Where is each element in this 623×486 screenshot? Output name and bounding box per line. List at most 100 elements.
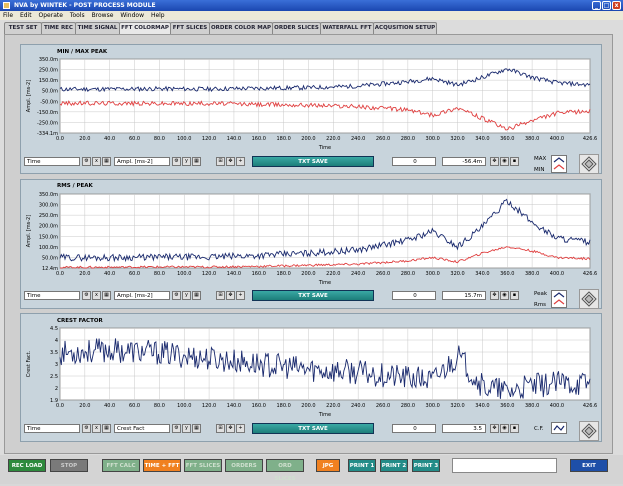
chart2-cursor-y-field[interactable]: 15.7m (442, 291, 486, 300)
chart2-cursor-color-icon[interactable]: ▪ (510, 291, 519, 300)
tab-time-signal[interactable]: TIME SIGNAL (75, 22, 120, 34)
orders-button[interactable]: ORDERS (225, 459, 263, 472)
chart-min-max-peak[interactable]: 0.0 20.0 40.0 60.0 80.0 100.0 120.0 140.0 160.0 1… (24, 55, 604, 153)
chart3-x-lock-icon[interactable]: ▦ (102, 424, 111, 433)
chart2-zoom-icon[interactable]: ⊞ (216, 291, 225, 300)
print2-button[interactable]: PRINT 2 (380, 459, 408, 472)
print1-button[interactable]: PRINT 1 (348, 459, 376, 472)
chart3-y-lock-icon[interactable]: ▦ (192, 424, 201, 433)
chart3-x-format-icon[interactable]: ⚙ (82, 424, 91, 433)
chart2-x-lock-icon[interactable]: ▦ (102, 291, 111, 300)
x-tick-label: 426.6 (583, 403, 597, 409)
chart1-cursor-move-icon[interactable]: ✥ (490, 157, 499, 166)
chart1-x-name-field[interactable]: Time (24, 157, 80, 166)
y-tick-label: 300.0m (39, 203, 58, 209)
chart2-y-scale-icon[interactable]: y (182, 291, 191, 300)
menu-help[interactable]: Help (151, 11, 165, 20)
chart1-y-name-field[interactable]: Ampl. [ms-2] (114, 157, 170, 166)
chart1-x-format-icon[interactable]: ⚙ (82, 157, 91, 166)
chart3-cursor-color-icon[interactable]: ▪ (510, 424, 519, 433)
stop-button[interactable]: STOP (50, 459, 88, 472)
chart3-txt-save-button[interactable]: TXT SAVE (252, 423, 374, 434)
tab-time-rec[interactable]: TIME REC (41, 22, 76, 34)
tab-fft-slices[interactable]: FFT SLICES (170, 22, 210, 34)
tab-acquisition-setup[interactable]: ACQUSITION SETUP (373, 22, 437, 34)
tab-order-slices[interactable]: ORDER SLICES (272, 22, 321, 34)
print3-button[interactable]: PRINT 3 (412, 459, 440, 472)
chart3-y-name-field[interactable]: Crest Fact (114, 424, 170, 433)
chart1-legend-min: MIN (534, 167, 545, 173)
chart3-cursor-center-icon[interactable]: ◉ (500, 424, 509, 433)
chart2-cursor-move-icon[interactable]: ✥ (490, 291, 499, 300)
chart2-txt-save-button[interactable]: TXT SAVE (252, 290, 374, 301)
tab-order-color-map[interactable]: ORDER COLOR MAP (209, 22, 273, 34)
exit-button[interactable]: EXIT (570, 459, 608, 472)
chart2-cursor-icon[interactable]: + (236, 291, 245, 300)
chart2-pan-icon[interactable]: ✥ (226, 291, 235, 300)
chart2-x-format-icon[interactable]: ⚙ (82, 291, 91, 300)
chart3-cursor-x-field[interactable]: 0 (392, 424, 436, 433)
x-tick-label: 200.0 (301, 136, 315, 142)
jpg-button[interactable]: JPG (316, 459, 340, 472)
chart1-cursor-center-icon[interactable]: ◉ (500, 157, 509, 166)
chart3-cursor-move-icon[interactable]: ✥ (490, 424, 499, 433)
chart2-x-scale-icon[interactable]: x (92, 291, 101, 300)
chart3-cursor-icon[interactable]: + (236, 424, 245, 433)
chart1-x-lock-icon[interactable]: ▦ (102, 157, 111, 166)
chart2-y-name-field[interactable]: Ampl. [ms-2] (114, 291, 170, 300)
chart1-y-lock-icon[interactable]: ▦ (192, 157, 201, 166)
chart3-zoom-icon[interactable]: ⊞ (216, 424, 225, 433)
chart3-legend-swatch-icon[interactable] (551, 422, 567, 434)
chart1-y-format-icon[interactable]: ⚙ (172, 157, 181, 166)
close-button[interactable]: x (612, 1, 621, 10)
chart1-legend-swatch-icon[interactable] (551, 155, 567, 173)
chart1-zoom-icon[interactable]: ⊞ (216, 157, 225, 166)
chart3-y-scale-icon[interactable]: y (182, 424, 191, 433)
tab-test-set[interactable]: TEST SET (4, 22, 42, 34)
menu-file[interactable]: File (3, 11, 13, 20)
chart2-navigator-icon[interactable] (579, 289, 599, 309)
menu-operate[interactable]: Operate (39, 11, 63, 20)
time-fft-button[interactable]: TIME + FFT (143, 459, 181, 472)
chart2-legend-swatch-icon[interactable] (551, 290, 567, 308)
chart3-x-name-field[interactable]: Time (24, 424, 80, 433)
chart1-cursor-icon[interactable]: + (236, 157, 245, 166)
fft-slices-button[interactable]: FFT SLICES (184, 459, 222, 472)
x-tick-label: 80.0 (154, 403, 165, 409)
chart2-cursor-x-field[interactable]: 0 (392, 291, 436, 300)
chart3-pan-icon[interactable]: ✥ (226, 424, 235, 433)
chart3-cursor-y-field[interactable]: 3.5 (442, 424, 486, 433)
chart-rms-peak[interactable]: 0.0 20.0 40.0 60.0 80.0 100.0 120.0 140.0 160.0 1… (24, 190, 604, 288)
maximize-button[interactable]: □ (602, 1, 611, 10)
chart-crest-factor[interactable]: 0.0 20.0 40.0 60.0 80.0 100.0 120.0 140.0 160.0 1… (24, 324, 604, 420)
tab-waterfall-fft[interactable]: WATERFALL FFT (320, 22, 374, 34)
rec-load-button[interactable]: REC LOAD (8, 459, 46, 472)
x-axis-label: Time (318, 145, 331, 151)
app-icon (3, 2, 10, 9)
tab-fft-colormap[interactable]: FFT COLORMAP (119, 22, 171, 34)
chart3-navigator-icon[interactable] (579, 421, 599, 441)
chart1-x-scale-icon[interactable]: x (92, 157, 101, 166)
chart1-cursor-color-icon[interactable]: ▪ (510, 157, 519, 166)
ord-slices-button[interactable]: ORD SLICES (266, 459, 304, 482)
chart2-y-lock-icon[interactable]: ▦ (192, 291, 201, 300)
chart1-pan-icon[interactable]: ✥ (226, 157, 235, 166)
chart1-navigator-icon[interactable] (579, 154, 599, 174)
chart3-x-scale-icon[interactable]: x (92, 424, 101, 433)
menu-edit[interactable]: Edit (20, 11, 32, 20)
menu-browse[interactable]: Browse (92, 11, 114, 20)
chart2-x-name-field[interactable]: Time (24, 291, 80, 300)
chart1-y-scale-icon[interactable]: y (182, 157, 191, 166)
chart2-cursor-center-icon[interactable]: ◉ (500, 291, 509, 300)
x-tick-label: 220.0 (326, 403, 340, 409)
menu-window[interactable]: Window (120, 11, 144, 20)
chart3-y-format-icon[interactable]: ⚙ (172, 424, 181, 433)
chart1-cursor-y-field[interactable]: -56.4m (442, 157, 486, 166)
minimize-button[interactable]: _ (592, 1, 601, 10)
chart1-cursor-x-field[interactable]: 0 (392, 157, 436, 166)
chart1-txt-save-button[interactable]: TXT SAVE (252, 156, 374, 167)
fft-calc-button[interactable]: FFT CALC (102, 459, 140, 472)
chart2-y-format-icon[interactable]: ⚙ (172, 291, 181, 300)
menu-tools[interactable]: Tools (70, 11, 85, 20)
y-tick-label: 350.0m (39, 57, 58, 63)
